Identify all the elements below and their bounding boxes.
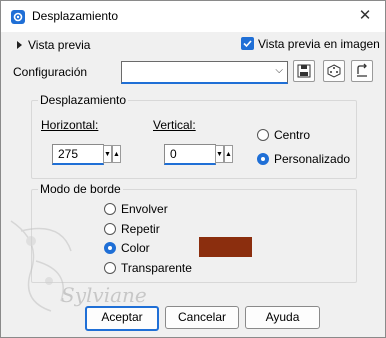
horizontal-stepper[interactable]: ▼ ▲ [103, 145, 121, 163]
horizontal-value: 275 [58, 147, 79, 161]
radio-center-label: Centro [274, 128, 311, 142]
save-icon [297, 64, 311, 78]
chevron-down-icon: ⌵ [275, 65, 283, 76]
title-bar[interactable]: Desplazamiento ✕ [1, 1, 385, 32]
stepper-arrow-icon[interactable]: ▲ [112, 145, 121, 163]
radio-on-icon [257, 153, 269, 165]
dice-icon [327, 64, 341, 78]
vertical-spinbox[interactable]: 0 ▼ ▲ [164, 144, 233, 165]
stepper-arrow-icon[interactable]: ▼ [103, 145, 112, 163]
preview-toggle[interactable]: Vista previa [17, 38, 90, 52]
reset-button[interactable] [351, 60, 373, 82]
save-preset-button[interactable] [293, 60, 315, 82]
app-icon [11, 10, 25, 24]
stepper-arrow-icon[interactable]: ▲ [224, 145, 233, 163]
close-icon[interactable]: ✕ [355, 6, 375, 26]
preview-toggle-label: Vista previa [28, 38, 91, 52]
preview-checkbox[interactable]: Vista previa en imagen [241, 37, 380, 51]
cancel-button[interactable]: Cancelar [165, 306, 239, 329]
window-title: Desplazamiento [32, 9, 119, 23]
config-combobox[interactable]: ⌵ [121, 61, 288, 84]
color-swatch[interactable] [199, 237, 252, 257]
stepper-arrow-icon[interactable]: ▼ [215, 145, 224, 163]
radio-center[interactable]: Centro [257, 128, 310, 142]
vertical-label: Vertical: [153, 118, 196, 132]
vertical-stepper[interactable]: ▼ ▲ [215, 145, 233, 163]
offset-group-title: Desplazamiento [38, 93, 129, 107]
radio-custom[interactable]: Personalizado [257, 152, 350, 166]
dialog-window: Desplazamiento ✕ Vista previa Vista prev… [0, 0, 386, 338]
horizontal-label: Horizontal: [41, 118, 99, 132]
checkbox-checked-icon [241, 37, 254, 50]
horizontal-spinbox[interactable]: 275 ▼ ▲ [52, 144, 121, 165]
border-group-title: Modo de borde [38, 182, 123, 196]
vertical-value: 0 [170, 147, 177, 161]
radio-custom-label: Personalizado [274, 152, 351, 166]
radio-off-icon [257, 129, 269, 141]
ok-button[interactable]: Aceptar [85, 306, 159, 331]
config-label: Configuración [13, 65, 88, 79]
preview-checkbox-label: Vista previa en imagen [258, 37, 380, 51]
help-button[interactable]: Ayuda [245, 306, 320, 329]
randomize-button[interactable] [323, 60, 345, 82]
expand-arrow-icon [17, 41, 22, 49]
watermark-signature: Sylviane [61, 283, 147, 307]
reset-icon [357, 63, 367, 77]
